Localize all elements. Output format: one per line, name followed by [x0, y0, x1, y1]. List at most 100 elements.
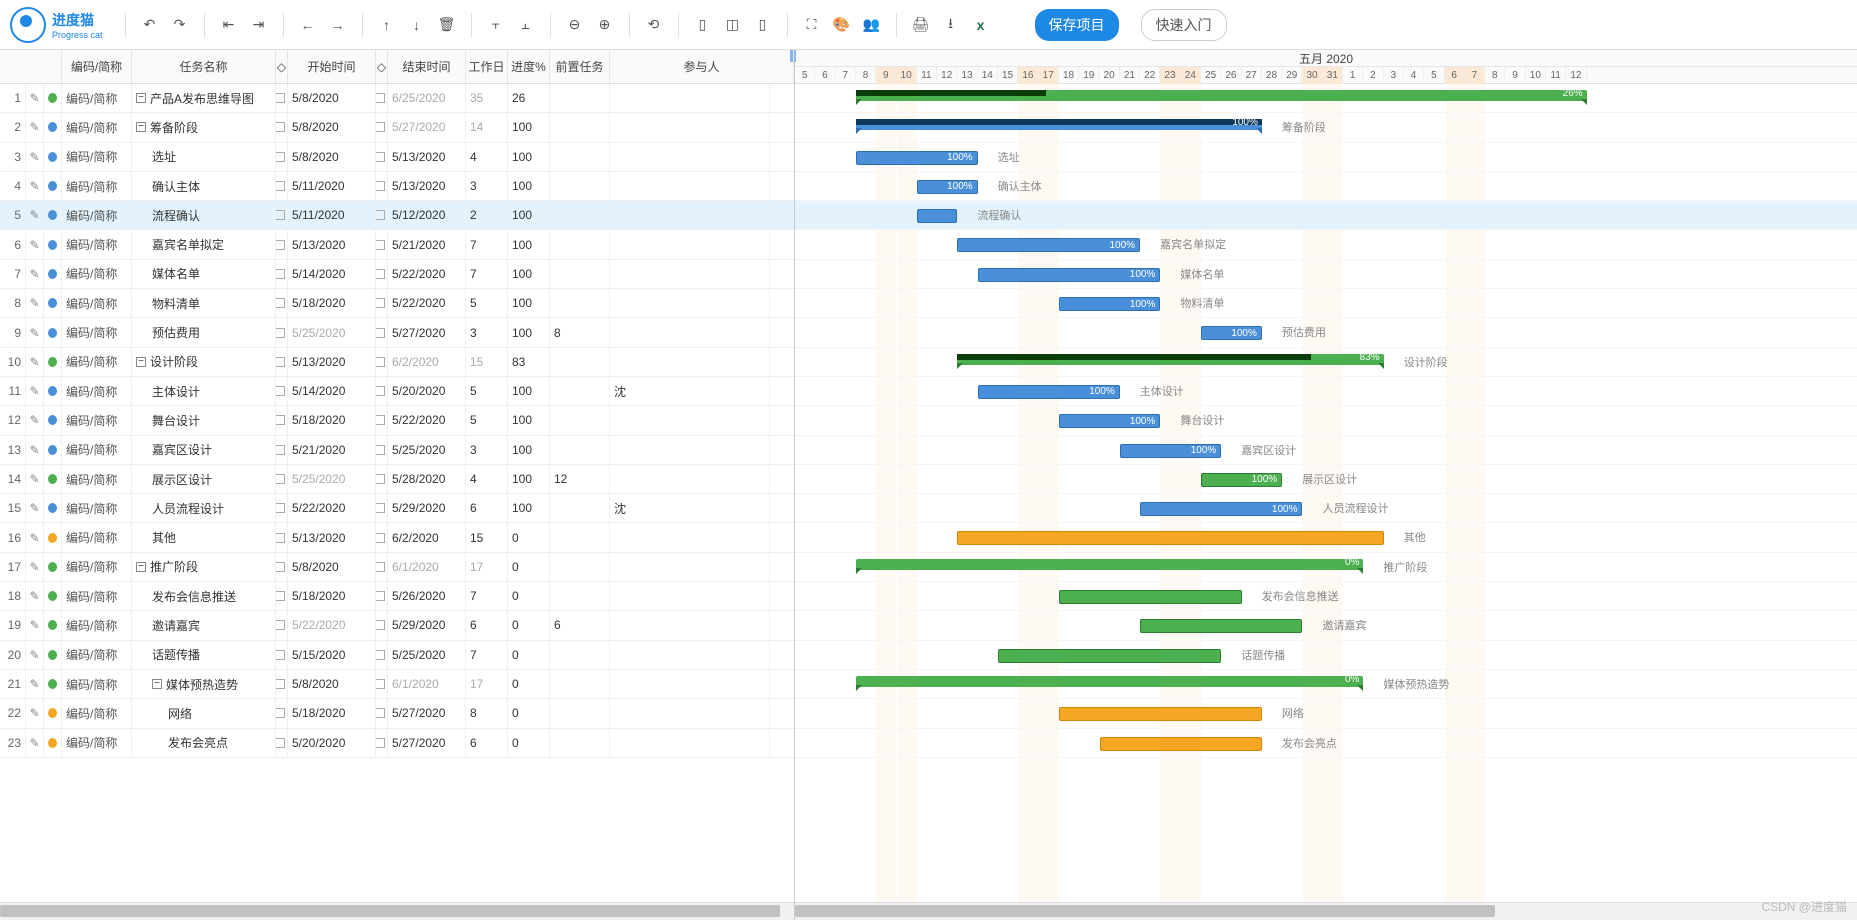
move-left-icon[interactable]: ←	[296, 13, 320, 37]
edit-icon[interactable]: ✎	[26, 260, 44, 288]
end-cell[interactable]: 5/27/2020	[388, 699, 466, 727]
ms2-cell[interactable]	[376, 641, 388, 669]
gantt-row[interactable]: 100%确认主体	[795, 172, 1857, 201]
code-cell[interactable]: 编码/简称	[62, 172, 132, 200]
ms2-cell[interactable]	[376, 523, 388, 551]
progress-cell[interactable]: 100	[508, 172, 550, 200]
start-cell[interactable]: 5/8/2020	[288, 84, 376, 112]
part-cell[interactable]	[610, 406, 770, 434]
pred-cell[interactable]: 12	[550, 465, 610, 493]
edit-icon[interactable]: ✎	[26, 553, 44, 581]
gantt-row[interactable]: 100%舞台设计	[795, 406, 1857, 435]
pred-cell[interactable]	[550, 84, 610, 112]
end-cell[interactable]: 5/29/2020	[388, 611, 466, 639]
days-cell[interactable]: 5	[466, 289, 508, 317]
gantt-row[interactable]: 发布会信息推送	[795, 582, 1857, 611]
task-bar[interactable]	[1140, 619, 1302, 633]
end-cell[interactable]: 5/22/2020	[388, 406, 466, 434]
ms-cell[interactable]	[276, 523, 288, 551]
end-cell[interactable]: 5/27/2020	[388, 318, 466, 346]
code-cell[interactable]: 编码/简称	[62, 494, 132, 522]
ms2-cell[interactable]	[376, 699, 388, 727]
pred-cell[interactable]	[550, 172, 610, 200]
edit-icon[interactable]: ✎	[26, 84, 44, 112]
users-icon[interactable]: 👥	[860, 13, 884, 37]
end-cell[interactable]: 5/12/2020	[388, 201, 466, 229]
col-days[interactable]: 工作日	[466, 50, 508, 83]
gantt-row[interactable]: 100%预估费用	[795, 318, 1857, 347]
end-cell[interactable]: 6/25/2020	[388, 84, 466, 112]
name-cell[interactable]: 媒体名单	[132, 260, 276, 288]
ms-cell[interactable]	[276, 494, 288, 522]
edit-icon[interactable]: ✎	[26, 377, 44, 405]
summary-bar[interactable]: 0%	[856, 559, 1364, 570]
code-cell[interactable]: 编码/简称	[62, 641, 132, 669]
pred-cell[interactable]	[550, 289, 610, 317]
start-cell[interactable]: 5/14/2020	[288, 377, 376, 405]
task-row[interactable]: 11✎编码/简称主体设计5/14/20205/20/20205100沈	[0, 377, 794, 406]
expand-icon[interactable]: −	[152, 679, 162, 689]
days-cell[interactable]: 8	[466, 699, 508, 727]
task-row[interactable]: 7✎编码/简称媒体名单5/14/20205/22/20207100	[0, 260, 794, 289]
summary-bar[interactable]: 0%	[856, 676, 1364, 687]
end-cell[interactable]: 5/13/2020	[388, 143, 466, 171]
ms-cell[interactable]	[276, 260, 288, 288]
name-cell[interactable]: 主体设计	[132, 377, 276, 405]
name-cell[interactable]: −产品A发布思维导图	[132, 84, 276, 112]
end-cell[interactable]: 6/2/2020	[388, 523, 466, 551]
task-bar[interactable]: 100%	[856, 151, 978, 165]
task-row[interactable]: 22✎编码/简称网络5/18/20205/27/202080	[0, 699, 794, 728]
name-cell[interactable]: 展示区设计	[132, 465, 276, 493]
start-cell[interactable]: 5/8/2020	[288, 143, 376, 171]
days-cell[interactable]: 15	[466, 348, 508, 376]
days-cell[interactable]: 6	[466, 494, 508, 522]
edit-icon[interactable]: ✎	[26, 670, 44, 698]
progress-cell[interactable]: 100	[508, 113, 550, 141]
part-cell[interactable]	[610, 113, 770, 141]
days-cell[interactable]: 2	[466, 201, 508, 229]
gantt-hscroll[interactable]	[795, 902, 1857, 920]
ms-cell[interactable]	[276, 465, 288, 493]
task-row[interactable]: 4✎编码/简称确认主体5/11/20205/13/20203100	[0, 172, 794, 201]
edit-icon[interactable]: ✎	[26, 172, 44, 200]
name-cell[interactable]: −筹备阶段	[132, 113, 276, 141]
part-cell[interactable]	[610, 318, 770, 346]
start-cell[interactable]: 5/22/2020	[288, 611, 376, 639]
days-cell[interactable]: 35	[466, 84, 508, 112]
days-cell[interactable]: 14	[466, 113, 508, 141]
export-icon[interactable]: ⭳	[939, 13, 963, 37]
ms-cell[interactable]	[276, 289, 288, 317]
task-row[interactable]: 20✎编码/简称话题传播5/15/20205/25/202070	[0, 641, 794, 670]
gantt-row[interactable]: 100%嘉宾名单拟定	[795, 230, 1857, 259]
quickstart-button[interactable]: 快速入门	[1141, 9, 1227, 41]
name-cell[interactable]: 发布会亮点	[132, 729, 276, 757]
name-cell[interactable]: 物料清单	[132, 289, 276, 317]
ms2-cell[interactable]	[376, 260, 388, 288]
part-cell[interactable]	[610, 582, 770, 610]
expand-icon[interactable]: −	[136, 93, 146, 103]
end-cell[interactable]: 6/2/2020	[388, 348, 466, 376]
end-cell[interactable]: 5/27/2020	[388, 729, 466, 757]
progress-cell[interactable]: 0	[508, 699, 550, 727]
part-cell[interactable]	[610, 465, 770, 493]
zoom-in-icon[interactable]: ⊕	[593, 13, 617, 37]
start-cell[interactable]: 5/8/2020	[288, 670, 376, 698]
days-cell[interactable]: 3	[466, 318, 508, 346]
code-cell[interactable]: 编码/简称	[62, 465, 132, 493]
start-cell[interactable]: 5/15/2020	[288, 641, 376, 669]
ms2-cell[interactable]	[376, 436, 388, 464]
start-cell[interactable]: 5/11/2020	[288, 172, 376, 200]
code-cell[interactable]: 编码/简称	[62, 84, 132, 112]
col-start[interactable]: 开始时间	[288, 50, 376, 83]
ms2-cell[interactable]	[376, 553, 388, 581]
end-cell[interactable]: 5/22/2020	[388, 260, 466, 288]
print-icon[interactable]: 🖨	[909, 13, 933, 37]
progress-cell[interactable]: 0	[508, 523, 550, 551]
gantt-row[interactable]: 0%推广阶段	[795, 553, 1857, 582]
ms2-cell[interactable]	[376, 406, 388, 434]
ms2-cell[interactable]	[376, 172, 388, 200]
col-pred[interactable]: 前置任务	[550, 50, 610, 83]
progress-cell[interactable]: 100	[508, 318, 550, 346]
gantt-row[interactable]: 发布会亮点	[795, 729, 1857, 758]
ms2-cell[interactable]	[376, 318, 388, 346]
